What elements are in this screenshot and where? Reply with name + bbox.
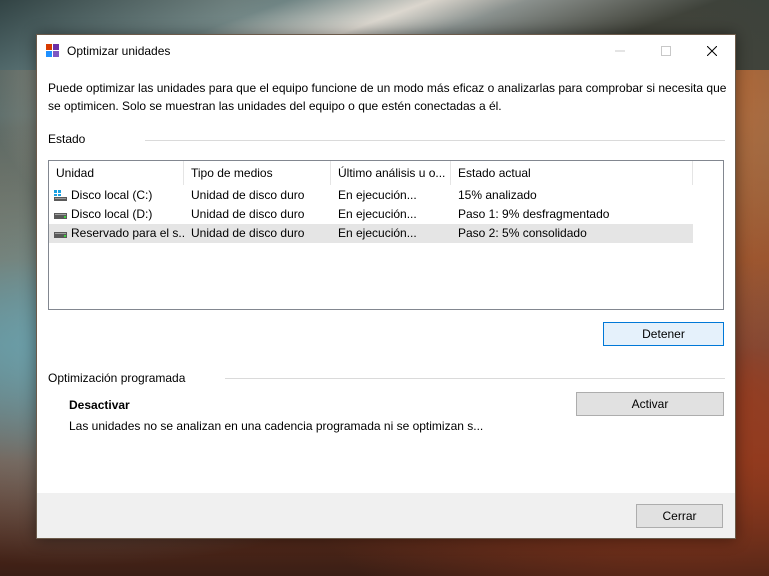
defrag-app-icon (46, 43, 60, 58)
column-last-analysis[interactable]: Último análisis u o... (331, 161, 451, 185)
current-status: 15% analizado (458, 188, 537, 202)
close-window-button[interactable] (689, 35, 735, 66)
close-icon (707, 45, 717, 56)
optimize-drives-window: Optimizar unidades Puede optimizar las u… (36, 34, 736, 539)
column-unit[interactable]: Unidad (49, 161, 184, 185)
schedule-state-title: Desactivar (69, 398, 130, 412)
title-bar[interactable]: Optimizar unidades (37, 35, 735, 66)
last-analysis: En ejecución... (338, 188, 417, 202)
drive-name: Disco local (C:) (71, 188, 153, 202)
stop-button[interactable]: Detener (603, 322, 724, 346)
last-analysis: En ejecución... (338, 207, 417, 221)
system-drive-icon (54, 190, 67, 201)
media-type: Unidad de disco duro (191, 207, 305, 221)
minimize-icon (615, 50, 625, 51)
maximize-button[interactable] (643, 35, 689, 66)
window-title: Optimizar unidades (67, 43, 171, 58)
last-analysis: En ejecución... (338, 226, 417, 240)
drive-row-c[interactable]: Disco local (C:) Unidad de disco duro En… (49, 186, 693, 205)
close-button[interactable]: Cerrar (636, 504, 723, 528)
column-current-status[interactable]: Estado actual (451, 161, 693, 185)
drives-list[interactable]: Unidad Tipo de medios Último análisis u … (48, 160, 724, 310)
drive-name: Reservado para el s... (71, 226, 184, 240)
description-text: Puede optimizar las unidades para que el… (48, 81, 727, 113)
dialog-content: Puede optimizar las unidades para que el… (37, 66, 735, 493)
drive-name: Disco local (D:) (71, 207, 153, 221)
current-status: Paso 1: 9% desfragmentado (458, 207, 610, 221)
media-type: Unidad de disco duro (191, 226, 305, 240)
current-status: Paso 2: 5% consolidado (458, 226, 587, 240)
column-media-type[interactable]: Tipo de medios (184, 161, 331, 185)
hard-drive-icon (54, 213, 67, 219)
media-type: Unidad de disco duro (191, 188, 305, 202)
drive-row-reserved[interactable]: Reservado para el s... Unidad de disco d… (49, 224, 693, 243)
drives-list-header: Unidad Tipo de medios Último análisis u … (49, 161, 693, 185)
dialog-footer: Cerrar (37, 493, 735, 538)
activate-button[interactable]: Activar (576, 392, 724, 416)
schedule-divider (225, 378, 725, 379)
schedule-section-label: Optimización programada (48, 371, 186, 385)
status-section-label: Estado (48, 132, 86, 146)
schedule-state-text: Las unidades no se analizan en una caden… (69, 419, 484, 433)
minimize-button[interactable] (597, 35, 643, 66)
status-divider (145, 140, 725, 141)
drive-row-d[interactable]: Disco local (D:) Unidad de disco duro En… (49, 205, 693, 224)
hard-drive-icon (54, 232, 67, 238)
maximize-icon (661, 45, 671, 56)
